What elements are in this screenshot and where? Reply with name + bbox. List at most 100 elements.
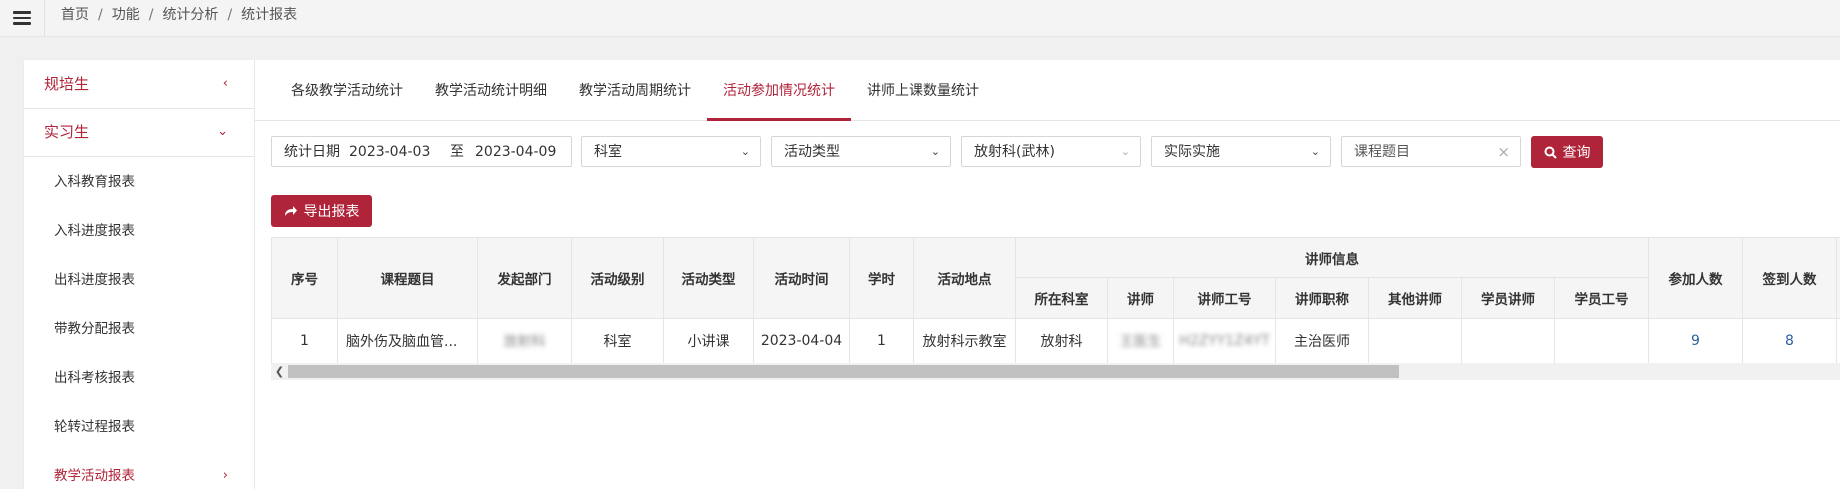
chevron-down-icon: ⌄ bbox=[1120, 145, 1130, 158]
header-hours: 学时 bbox=[850, 238, 914, 319]
date-start-input[interactable]: 2023-04-03 bbox=[349, 137, 430, 167]
header-level: 活动级别 bbox=[572, 238, 664, 319]
cell-other-lecturer bbox=[1369, 319, 1462, 364]
hamburger-icon bbox=[13, 11, 31, 25]
date-end-input[interactable]: 2023-04-09 bbox=[475, 137, 556, 167]
query-button-label: 查询 bbox=[1562, 145, 1591, 161]
breadcrumb-separator: / bbox=[227, 7, 233, 23]
sidebar-item-teaching-assignment[interactable]: 带教分配报表 bbox=[54, 319, 135, 339]
search-icon bbox=[1544, 146, 1557, 159]
divider bbox=[44, 0, 45, 36]
header-student-id: 学员工号 bbox=[1555, 278, 1649, 319]
sidebar-group-intern[interactable]: 实习生 ⌄ bbox=[24, 108, 254, 156]
header-type: 活动类型 bbox=[664, 238, 754, 319]
tab-bar: 各级教学活动统计 教学活动统计明细 教学活动周期统计 活动参加情况统计 讲师上课… bbox=[255, 60, 1840, 121]
cell-lecturer-title: 主治医师 bbox=[1276, 319, 1369, 364]
chevron-down-icon: ⌄ bbox=[740, 145, 750, 158]
tab-activity-period-stats[interactable]: 教学活动周期统计 bbox=[579, 60, 691, 120]
header-participants: 参加人数 bbox=[1649, 238, 1743, 319]
cell-student-lecturer bbox=[1462, 319, 1555, 364]
menu-toggle-button[interactable] bbox=[0, 0, 44, 36]
header-no: 序号 bbox=[272, 238, 338, 319]
header-lecturer-info: 讲师信息 bbox=[1016, 238, 1649, 278]
header-place: 活动地点 bbox=[914, 238, 1016, 319]
share-icon bbox=[284, 206, 297, 216]
tab-lecturer-count-stats[interactable]: 讲师上课数量统计 bbox=[867, 60, 979, 120]
tab-activity-stats-detail[interactable]: 教学活动统计明细 bbox=[435, 60, 547, 120]
sidebar-item-entry-education[interactable]: 入科教育报表 bbox=[54, 172, 135, 192]
department-select-value: 科室 bbox=[594, 144, 622, 160]
header-other-lecturer: 其他讲师 bbox=[1369, 278, 1462, 319]
query-button[interactable]: 查询 bbox=[1531, 136, 1603, 168]
breadcrumb-analysis[interactable]: 统计分析 bbox=[162, 0, 218, 30]
sidebar-item-rotation-process[interactable]: 轮转过程报表 bbox=[54, 417, 135, 437]
chevron-down-icon: ⌄ bbox=[930, 145, 940, 158]
cell-time: 2023-04-04 bbox=[754, 319, 850, 364]
cell-signed-link[interactable]: 8 bbox=[1743, 319, 1837, 364]
sidebar-group-label: 规培生 bbox=[44, 75, 90, 93]
course-title-placeholder: 课程题目 bbox=[1354, 144, 1410, 160]
cell-hours: 1 bbox=[850, 319, 914, 364]
cell-lecturer-text: 王医生 bbox=[1119, 334, 1162, 350]
breadcrumb-separator: / bbox=[98, 7, 103, 23]
breadcrumb-current: 统计报表 bbox=[241, 7, 298, 23]
sidebar-group-label: 实习生 bbox=[44, 123, 90, 141]
sidebar-item-teaching-activity[interactable]: 教学活动报表 bbox=[54, 466, 135, 486]
cell-student-id bbox=[1555, 319, 1649, 364]
breadcrumb-function[interactable]: 功能 bbox=[112, 0, 140, 30]
cell-lecturer-id: H2ZYY1Z4YT bbox=[1174, 319, 1276, 364]
sidebar-item-entry-progress[interactable]: 入科进度报表 bbox=[54, 221, 135, 241]
cell-lecturer-id-text: H2ZYY1Z4YT bbox=[1179, 333, 1270, 349]
scrollbar-thumb[interactable] bbox=[288, 365, 1399, 378]
chevron-left-icon: ‹ bbox=[222, 76, 228, 91]
export-report-button[interactable]: 导出报表 bbox=[271, 195, 372, 227]
cell-lecturer-dept: 放射科 bbox=[1016, 319, 1108, 364]
top-bar: 首页 / 功能 / 统计分析 / 统计报表 bbox=[0, 0, 1840, 37]
sidebar-item-exit-progress[interactable]: 出科进度报表 bbox=[54, 270, 135, 290]
chevron-right-icon: › bbox=[222, 468, 228, 483]
cell-dept-text: 放射科 bbox=[503, 334, 546, 350]
divider bbox=[24, 156, 254, 157]
sidebar: 规培生 ‹ 实习生 ⌄ 入科教育报表 入科进度报表 出科进度报表 带教分配报表 … bbox=[24, 60, 254, 489]
dept-filter-select-value: 放射科(武林) bbox=[974, 144, 1055, 160]
cell-participants-link[interactable]: 9 bbox=[1649, 319, 1743, 364]
header-signed: 签到人数 bbox=[1743, 238, 1837, 319]
tab-participation-stats[interactable]: 活动参加情况统计 bbox=[707, 60, 851, 121]
close-icon[interactable]: × bbox=[1497, 137, 1510, 167]
stats-table: 序号 课程题目 发起部门 活动级别 活动类型 活动时间 学时 活动地点 讲师信息… bbox=[271, 237, 1840, 364]
cell-lecturer: 王医生 bbox=[1108, 319, 1174, 364]
implementation-select-value: 实际实施 bbox=[1164, 144, 1220, 160]
cell-no: 1 bbox=[272, 319, 338, 364]
date-range-field[interactable]: 统计日期 2023-04-03 至 2023-04-09 bbox=[271, 136, 572, 167]
date-to-label: 至 bbox=[450, 144, 464, 160]
tab-level-activity-stats[interactable]: 各级教学活动统计 bbox=[291, 60, 403, 120]
cell-place: 放射科示教室 bbox=[914, 319, 1016, 364]
breadcrumb-home[interactable]: 首页 bbox=[61, 0, 89, 30]
sidebar-item-exit-exam[interactable]: 出科考核报表 bbox=[54, 368, 135, 388]
cell-course: 脑外伤及脑血管... bbox=[338, 319, 478, 364]
header-lecturer: 讲师 bbox=[1108, 278, 1174, 319]
breadcrumb-separator: / bbox=[148, 7, 154, 23]
header-lecturer-id: 讲师工号 bbox=[1174, 278, 1276, 319]
export-button-label: 导出报表 bbox=[303, 204, 360, 220]
horizontal-scrollbar[interactable]: ❮ bbox=[271, 363, 1840, 380]
chevron-down-icon: ⌄ bbox=[217, 124, 228, 139]
dept-filter-select[interactable]: 放射科(武林) ⌄ bbox=[961, 136, 1141, 167]
header-course: 课程题目 bbox=[338, 238, 478, 319]
header-lecturer-dept: 所在科室 bbox=[1016, 278, 1108, 319]
activity-type-select[interactable]: 活动类型 ⌄ bbox=[771, 136, 951, 167]
department-select[interactable]: 科室 ⌄ bbox=[581, 136, 761, 167]
date-label: 统计日期 bbox=[284, 144, 340, 160]
cell-type: 小讲课 bbox=[664, 319, 754, 364]
header-time: 活动时间 bbox=[754, 238, 850, 319]
implementation-select[interactable]: 实际实施 ⌄ bbox=[1151, 136, 1331, 167]
cell-level: 科室 bbox=[572, 319, 664, 364]
header-lecturer-title: 讲师职称 bbox=[1276, 278, 1369, 319]
chevron-left-icon[interactable]: ❮ bbox=[271, 363, 288, 380]
breadcrumb: 首页 / 功能 / 统计分析 / 统计报表 bbox=[61, 0, 297, 30]
course-title-input[interactable]: 课程题目 × bbox=[1341, 136, 1521, 167]
header-student-lecturer: 学员讲师 bbox=[1462, 278, 1555, 319]
header-dept: 发起部门 bbox=[478, 238, 572, 319]
sidebar-group-resident[interactable]: 规培生 ‹ bbox=[24, 60, 254, 108]
chevron-down-icon: ⌄ bbox=[1310, 145, 1320, 158]
